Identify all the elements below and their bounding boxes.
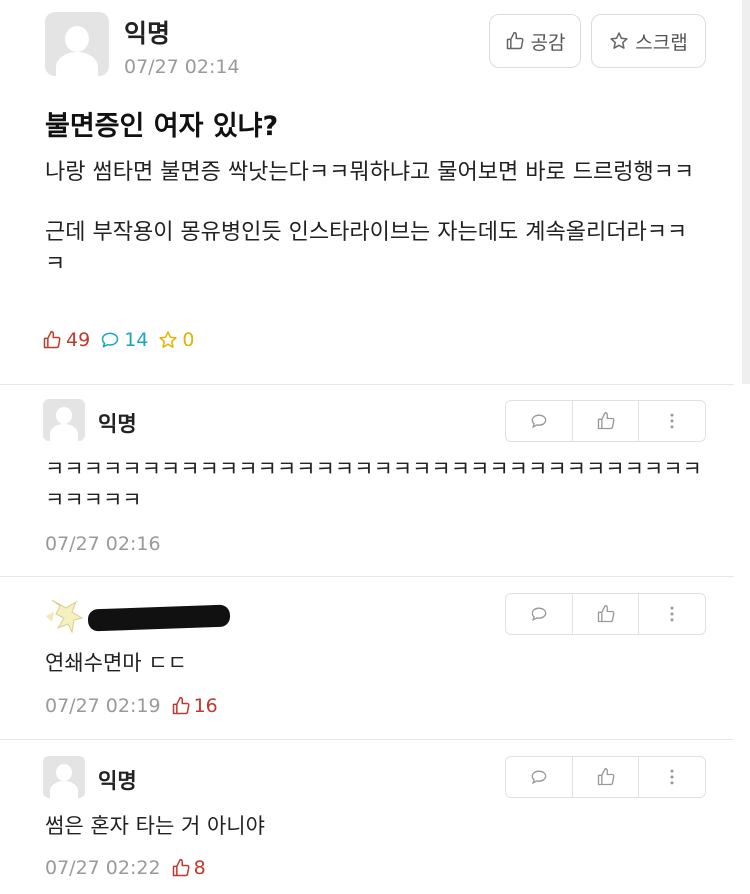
more-button[interactable] <box>639 401 705 441</box>
thumbs-up-icon <box>172 858 190 877</box>
post-time: 07/27 02:14 <box>124 56 240 78</box>
scrap-button[interactable]: 스크랩 <box>591 14 706 68</box>
divider <box>0 384 734 385</box>
comment-actions <box>505 593 706 635</box>
post-paragraph: 나랑 썸타면 불면증 싹낫는다ㅋㅋ뭐하냐고 물어보면 바로 드르렁행ㅋㅋ <box>45 160 695 185</box>
comment-time: 07/27 02:22 <box>45 857 161 879</box>
speech-bubble-icon <box>531 770 547 785</box>
thumbs-up-icon <box>506 31 524 50</box>
thumbs-up-icon <box>172 696 190 715</box>
more-vertical-icon <box>670 769 674 785</box>
comment-like-count: 8 <box>171 857 206 879</box>
more-button[interactable] <box>639 757 705 797</box>
scrollbar[interactable] <box>742 0 750 384</box>
comment-text: 연쇄수면마 ㄷㄷ <box>45 651 187 675</box>
comment-text: 썸은 혼자 타는 거 아니야 <box>45 814 265 838</box>
scrap-count-value: 0 <box>182 329 195 351</box>
profile-sticker-icon <box>46 599 84 634</box>
thumbs-up-icon <box>43 330 61 349</box>
comment-actions <box>505 756 706 798</box>
redacted-name <box>87 604 231 632</box>
comment-avatar <box>43 399 85 441</box>
comment-like-button[interactable] <box>573 594 640 634</box>
post-paragraph: 근데 부작용이 몽유병인듯 인스타라이브는 자는데도 계속올리더라ㅋㅋㅋ <box>45 220 688 277</box>
comment-like-value: 8 <box>193 857 206 879</box>
comment-author: 익명 <box>98 412 137 436</box>
comment-meta: 07/27 02:19 16 <box>45 695 218 717</box>
comment-author: 익명 <box>98 769 137 793</box>
more-button[interactable] <box>639 594 705 634</box>
thumbs-up-icon <box>597 768 614 786</box>
comment-avatar <box>43 756 85 798</box>
reply-button[interactable] <box>506 401 573 441</box>
post: 익명 07/27 02:14 공감 스크랩 불면증인 여자 있냐? 나랑 썸타면… <box>0 0 742 384</box>
scrap-button-label: 스크랩 <box>635 31 688 54</box>
scrap-count: 0 <box>158 329 194 351</box>
like-button[interactable]: 공감 <box>489 14 581 68</box>
post-stats: 49 14 0 <box>42 329 194 351</box>
reply-button[interactable] <box>506 594 573 634</box>
comment-text: ㅋㅋㅋㅋㅋㅋㅋㅋㅋㅋㅋㅋㅋㅋㅋㅋㅋㅋㅋㅋㅋㅋㅋㅋㅋㅋㅋㅋㅋㅋㅋㅋㅋㅋㅋㅋㅋㅋㅋ <box>45 457 702 512</box>
post-title: 불면증인 여자 있냐? <box>45 111 279 142</box>
comment-like-value: 16 <box>193 695 218 717</box>
divider <box>0 739 734 740</box>
post-avatar <box>45 12 109 76</box>
star-icon <box>610 32 628 49</box>
speech-bubble-icon <box>101 332 119 348</box>
comment-count-value: 14 <box>124 329 149 351</box>
comment-like-button[interactable] <box>573 757 640 797</box>
reply-button[interactable] <box>506 757 573 797</box>
star-icon <box>159 331 178 348</box>
speech-bubble-icon <box>531 607 547 622</box>
thumbs-up-icon <box>597 605 614 623</box>
comment-actions <box>505 400 706 442</box>
speech-bubble-icon <box>531 414 547 429</box>
more-vertical-icon <box>670 413 674 429</box>
more-vertical-icon <box>670 606 674 622</box>
comment-like-count: 16 <box>171 695 218 717</box>
like-button-label: 공감 <box>530 31 566 54</box>
post-body: 나랑 썸타면 불면증 싹낫는다ㅋㅋ뭐하냐고 물어보면 바로 드르렁행ㅋㅋ 근데 … <box>45 157 705 309</box>
comment-time: 07/27 02:16 <box>45 533 161 555</box>
comment-time: 07/27 02:19 <box>45 695 161 717</box>
thumbs-up-icon <box>597 412 614 430</box>
comment-like-button[interactable] <box>573 401 640 441</box>
post-author: 익명 <box>124 19 171 48</box>
comment-meta: 07/27 02:22 8 <box>45 857 206 879</box>
like-count: 49 <box>42 329 90 351</box>
like-count-value: 49 <box>66 329 91 351</box>
comment-count: 14 <box>100 329 148 351</box>
comment-meta: 07/27 02:16 <box>45 533 161 555</box>
divider <box>0 576 734 577</box>
